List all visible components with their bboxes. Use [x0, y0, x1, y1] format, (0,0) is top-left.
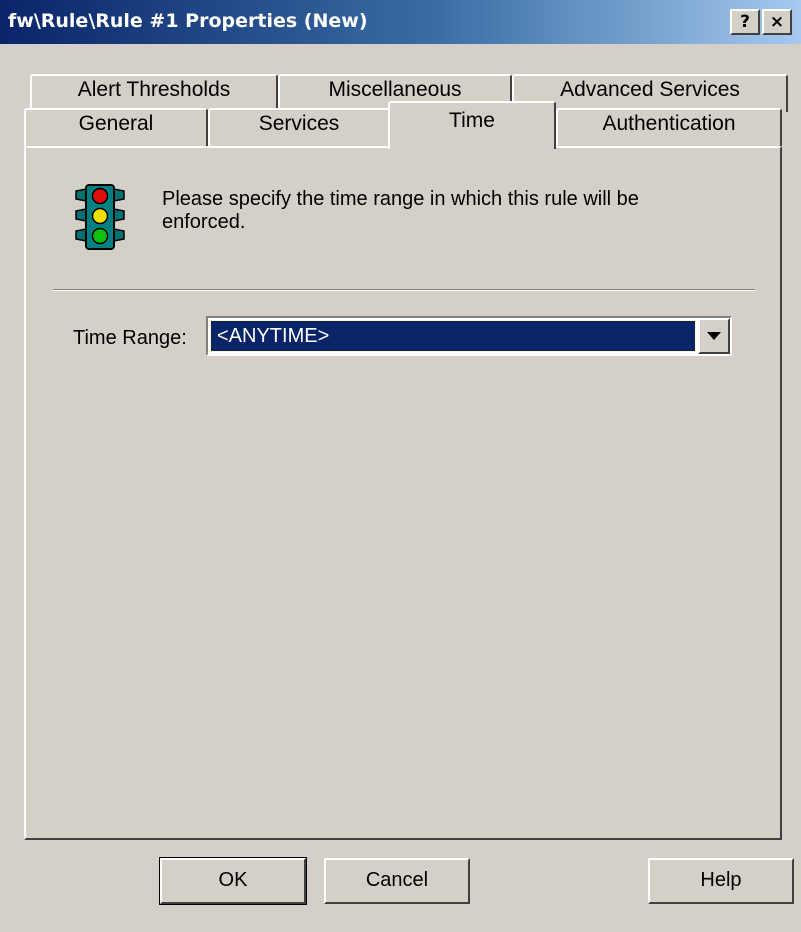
traffic-light-icon	[72, 183, 128, 251]
separator-line	[53, 289, 755, 291]
cancel-button[interactable]: Cancel	[324, 858, 470, 904]
time-range-value[interactable]: <ANYTIME>	[210, 320, 696, 352]
close-title-button[interactable]: ×	[762, 9, 792, 35]
tab-authentication[interactable]: Authentication	[556, 108, 782, 148]
tab-panel-time	[24, 146, 782, 840]
window-title: fw\Rule\Rule #1 Properties (New)	[8, 10, 368, 32]
tab-general[interactable]: General	[24, 108, 208, 148]
chevron-down-icon	[707, 332, 721, 340]
tab-services[interactable]: Services	[208, 108, 390, 148]
ok-button[interactable]: OK	[159, 857, 307, 905]
time-description: Please specify the time range in which t…	[162, 188, 639, 233]
dropdown-arrow-button[interactable]	[698, 318, 730, 354]
tab-alert-thresholds[interactable]: Alert Thresholds	[30, 74, 278, 112]
help-button[interactable]: Help	[648, 858, 794, 904]
title-bar: fw\Rule\Rule #1 Properties (New) ? ×	[0, 0, 801, 44]
tab-time[interactable]: Time	[388, 101, 556, 149]
time-range-label: Time Range:	[73, 327, 187, 349]
help-title-button[interactable]: ?	[730, 9, 760, 35]
time-range-select[interactable]: <ANYTIME>	[206, 316, 732, 356]
